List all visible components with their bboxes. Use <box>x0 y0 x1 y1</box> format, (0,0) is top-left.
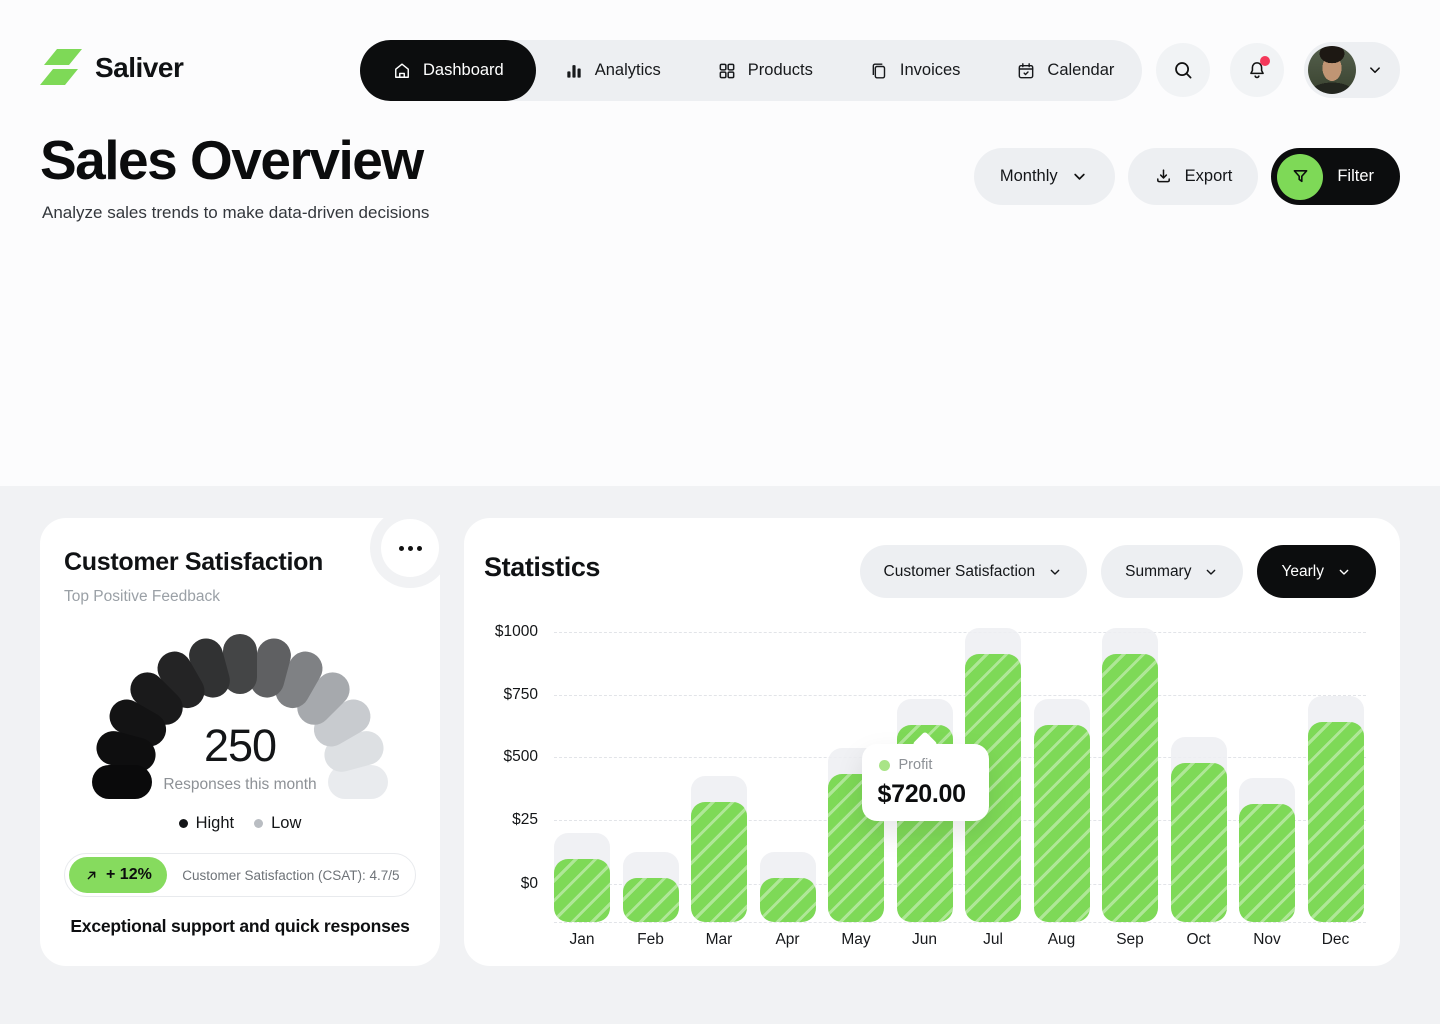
bar-apr[interactable] <box>760 878 816 922</box>
funnel-icon <box>1277 154 1323 200</box>
satisfaction-footer: Exceptional support and quick responses <box>40 916 440 937</box>
notification-badge <box>1260 56 1270 66</box>
export-button-label: Export <box>1185 167 1233 186</box>
tooltip-series: Profit <box>879 757 933 773</box>
page-subtitle: Analyze sales trends to make data-driven… <box>42 203 429 223</box>
x-axis-label: Mar <box>684 931 754 949</box>
satisfaction-card-title: Customer Satisfaction <box>64 548 323 577</box>
bar-dec[interactable] <box>1308 722 1364 922</box>
gridline <box>554 695 1366 696</box>
bar-sep[interactable] <box>1102 654 1158 922</box>
nav-item-label: Dashboard <box>423 61 504 80</box>
filter-button[interactable]: Filter <box>1271 148 1400 205</box>
y-axis-tick: $25 <box>482 811 538 829</box>
legend-label: Hight <box>196 814 235 833</box>
page-title: Sales Overview <box>40 128 423 192</box>
bar-aug[interactable] <box>1034 725 1090 922</box>
nav-item-label: Products <box>748 61 813 80</box>
top-navigation-bar: Saliver Dashboard Analytics Products Invoic… <box>0 0 1440 110</box>
chevron-down-icon <box>1070 167 1089 186</box>
nav-item-label: Invoices <box>900 61 961 80</box>
satisfaction-card-subtitle: Top Positive Feedback <box>64 588 220 606</box>
brand-logo-icon <box>40 48 82 88</box>
bar-mar[interactable] <box>691 802 747 922</box>
arrow-up-right-icon <box>84 868 99 883</box>
delta-badge-label: + 12% <box>106 866 152 884</box>
main-nav: Dashboard Analytics Products Invoices Calend… <box>360 40 1142 101</box>
avatar <box>1308 46 1356 94</box>
legend-dot <box>179 819 188 828</box>
legend-label: Low <box>271 814 301 833</box>
bar-chart-icon <box>564 61 584 81</box>
nav-item-label: Calendar <box>1047 61 1114 80</box>
bar-nov[interactable] <box>1239 804 1295 922</box>
ellipsis-icon <box>399 546 404 551</box>
x-axis-label: Jan <box>547 931 617 949</box>
series-dot <box>879 760 890 771</box>
x-axis-label: Aug <box>1027 931 1097 949</box>
x-axis-label: Sep <box>1095 931 1165 949</box>
x-axis-label: Jul <box>958 931 1028 949</box>
chevron-down-icon <box>1366 61 1384 79</box>
customer-satisfaction-card: Customer Satisfaction Top Positive Feedb… <box>40 518 440 966</box>
y-axis-tick: $750 <box>482 686 538 704</box>
brand-name: Saliver <box>95 52 183 84</box>
topbar-actions <box>1156 42 1400 98</box>
nav-item-invoices[interactable]: Invoices <box>841 40 989 101</box>
tooltip-label: Profit <box>899 757 933 773</box>
page: Saliver Dashboard Analytics Products Invoic… <box>0 0 1440 1024</box>
y-axis-tick: $500 <box>482 748 538 766</box>
notifications-button[interactable] <box>1230 43 1284 97</box>
tooltip-value: $720.00 <box>878 780 966 809</box>
csat-text: Customer Satisfaction (CSAT): 4.7/5 <box>167 868 415 883</box>
search-icon <box>1172 59 1194 81</box>
chart-tooltip: Profit $720.00 <box>862 744 989 821</box>
nav-item-calendar[interactable]: Calendar <box>988 40 1142 101</box>
gauge-value: 250 <box>40 720 440 772</box>
x-axis-label: Dec <box>1301 931 1371 949</box>
home-icon <box>392 61 412 81</box>
page-controls: Monthly Export Filter <box>974 148 1400 205</box>
y-axis-tick: $1000 <box>482 623 538 641</box>
x-axis-label: May <box>821 931 891 949</box>
legend-item: Hight <box>179 814 235 833</box>
satisfaction-gauge: 250 Responses this month <box>40 606 440 816</box>
csat-summary: + 12% Customer Satisfaction (CSAT): 4.7/… <box>64 853 416 897</box>
period-dropdown-label: Monthly <box>1000 167 1058 186</box>
nav-item-products[interactable]: Products <box>689 40 841 101</box>
statistics-card: Statistics Customer SatisfactionSummaryY… <box>464 518 1400 966</box>
gauge-legend: Hight Low <box>40 814 440 833</box>
period-dropdown[interactable]: Monthly <box>974 148 1115 205</box>
user-menu[interactable] <box>1304 42 1400 98</box>
x-axis-label: Jun <box>890 931 960 949</box>
invoice-icon <box>869 61 889 81</box>
content-area: Customer Satisfaction Top Positive Feedb… <box>0 486 1440 1024</box>
legend-item: Low <box>254 814 301 833</box>
brand: Saliver <box>40 48 183 88</box>
grid-icon <box>717 61 737 81</box>
more-options-button[interactable] <box>381 519 439 577</box>
nav-item-label: Analytics <box>595 61 661 80</box>
calendar-icon <box>1016 61 1036 81</box>
filter-button-label: Filter <box>1337 167 1374 186</box>
legend-dot <box>254 819 263 828</box>
gridline <box>554 922 1366 923</box>
bar-jan[interactable] <box>554 859 610 922</box>
x-axis-label: Apr <box>753 931 823 949</box>
profit-bar-chart: $1000 $750 $500 $25 $0 JanFebMarAprMayJunJulA… <box>464 518 1400 966</box>
delta-badge: + 12% <box>69 857 167 893</box>
download-icon <box>1154 167 1173 186</box>
export-button[interactable]: Export <box>1128 148 1259 205</box>
bar-oct[interactable] <box>1171 763 1227 922</box>
x-axis-label: Feb <box>616 931 686 949</box>
bar-feb[interactable] <box>623 878 679 922</box>
y-axis-tick: $0 <box>482 875 538 893</box>
gridline <box>554 632 1366 633</box>
nav-item-dashboard[interactable]: Dashboard <box>360 40 536 101</box>
search-button[interactable] <box>1156 43 1210 97</box>
nav-item-analytics[interactable]: Analytics <box>536 40 689 101</box>
x-axis-label: Nov <box>1232 931 1302 949</box>
x-axis-label: Oct <box>1164 931 1234 949</box>
gauge-caption: Responses this month <box>40 776 440 794</box>
